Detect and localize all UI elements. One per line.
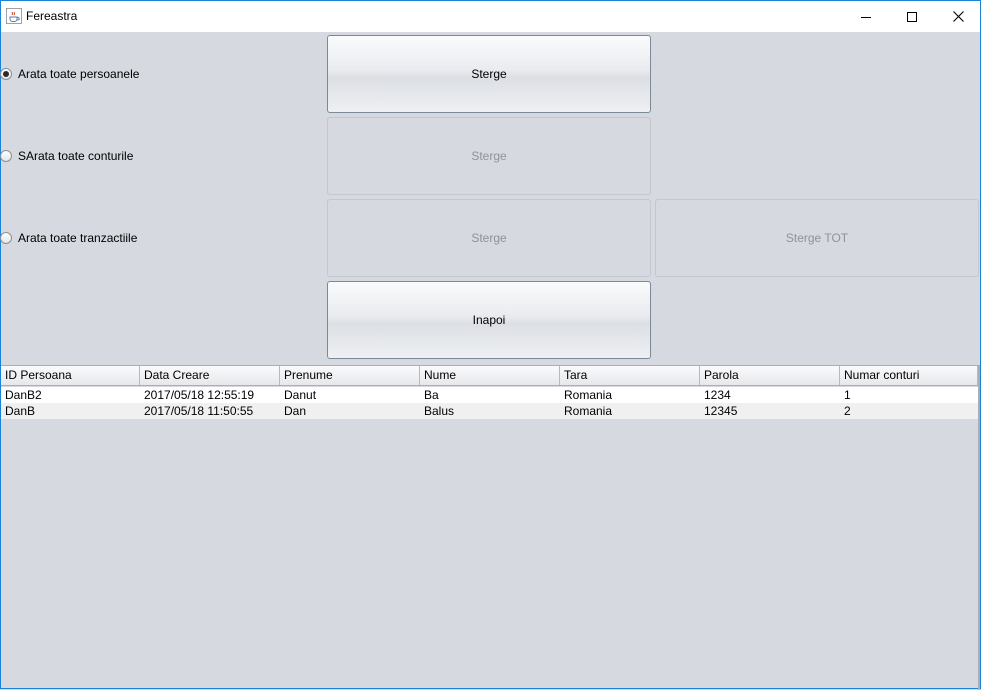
table-cell: Romania bbox=[564, 388, 613, 402]
radio-option-tranzactii[interactable]: Arata toate tranzactiile bbox=[0, 228, 138, 248]
column-header-prenume[interactable]: Prenume bbox=[280, 366, 420, 385]
table-row[interactable]: DanB2 2017/05/18 12:55:19 Danut Ba Roman… bbox=[1, 387, 978, 403]
table-cell: DanB bbox=[5, 404, 36, 418]
radio-option-conturi[interactable]: SArata toate conturile bbox=[0, 146, 134, 166]
table-cell: DanB2 bbox=[5, 388, 42, 402]
table-cell: 1234 bbox=[704, 388, 731, 402]
maximize-button[interactable] bbox=[889, 1, 935, 32]
column-header-parola[interactable]: Parola bbox=[700, 366, 840, 385]
column-header-data-creare[interactable]: Data Creare bbox=[140, 366, 280, 385]
sterge-conturi-button[interactable]: Sterge bbox=[327, 117, 651, 195]
sterge-tranzactii-button[interactable]: Sterge bbox=[327, 199, 651, 277]
column-header-tara[interactable]: Tara bbox=[560, 366, 700, 385]
column-header-nume[interactable]: Nume bbox=[420, 366, 560, 385]
table-row[interactable]: DanB 2017/05/18 11:50:55 Dan Balus Roman… bbox=[1, 403, 978, 419]
table-header: ID Persoana Data Creare Prenume Nume Tar… bbox=[1, 365, 978, 386]
inapoi-button[interactable]: Inapoi bbox=[327, 281, 651, 359]
persons-table[interactable]: ID Persoana Data Creare Prenume Nume Tar… bbox=[1, 365, 979, 690]
column-header-numar-conturi[interactable]: Numar conturi bbox=[840, 366, 978, 385]
table-cell: Danut bbox=[284, 388, 317, 402]
minimize-icon bbox=[861, 16, 871, 18]
minimize-button[interactable] bbox=[843, 1, 889, 32]
table-cell: 2 bbox=[844, 404, 851, 418]
radio-option-persoane[interactable]: Arata toate persoanele bbox=[0, 64, 140, 84]
column-header-id-persoana[interactable]: ID Persoana bbox=[1, 366, 140, 385]
table-border bbox=[978, 365, 980, 690]
close-button[interactable] bbox=[935, 1, 981, 32]
radio-label: SArata toate conturile bbox=[18, 149, 134, 163]
table-cell: 2017/05/18 11:50:55 bbox=[144, 404, 254, 418]
radio-label: Arata toate persoanele bbox=[18, 67, 140, 81]
table-cell: Dan bbox=[284, 404, 307, 418]
radio-button[interactable] bbox=[0, 150, 12, 162]
table-cell: 2017/05/18 12:55:19 bbox=[144, 388, 255, 402]
java-cup-icon bbox=[6, 8, 22, 24]
application-window: Fereastra Arata toate persoanele SArata … bbox=[0, 0, 981, 690]
sterge-tot-button[interactable]: Sterge TOT bbox=[655, 199, 979, 277]
table-cell: Ba bbox=[424, 388, 439, 402]
title-bar[interactable]: Fereastra bbox=[1, 1, 980, 32]
table-cell: Balus bbox=[424, 404, 455, 418]
radio-button[interactable] bbox=[0, 232, 12, 244]
table-cell: 1 bbox=[844, 388, 851, 402]
radio-button-selected[interactable] bbox=[0, 68, 12, 80]
table-cell: 12345 bbox=[704, 404, 738, 418]
maximize-icon bbox=[907, 11, 917, 22]
sterge-persoane-button[interactable]: Sterge bbox=[327, 35, 651, 113]
table-cell: Romania bbox=[564, 404, 613, 418]
close-icon bbox=[952, 11, 964, 22]
radio-label: Arata toate tranzactiile bbox=[18, 231, 138, 245]
window-title: Fereastra bbox=[26, 9, 78, 23]
